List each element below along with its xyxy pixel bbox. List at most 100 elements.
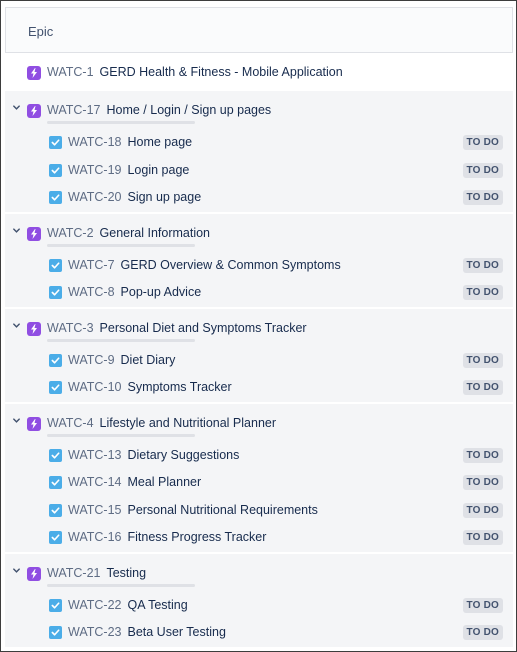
story-key[interactable]: WATC-18: [68, 135, 121, 149]
story-summary[interactable]: Login page: [127, 163, 189, 177]
epic-summary[interactable]: Lifestyle and Nutritional Planner: [100, 416, 277, 430]
epic-summary[interactable]: Testing: [106, 566, 146, 580]
story-key[interactable]: WATC-10: [68, 380, 121, 394]
story-row[interactable]: WATC-15 Personal Nutritional Requirements…: [5, 496, 513, 524]
story-key[interactable]: WATC-16: [68, 530, 121, 544]
epic-summary[interactable]: Home / Login / Sign up pages: [106, 103, 271, 117]
epic-title[interactable]: WATC-1 GERD Health & Fitness - Mobile App…: [47, 65, 343, 79]
story-row[interactable]: WATC-13 Dietary Suggestions TO DO: [5, 441, 513, 469]
epic-key[interactable]: WATC-17: [47, 103, 100, 117]
checkbox-icon: [49, 258, 62, 272]
story-key[interactable]: WATC-9: [68, 353, 115, 367]
story-key[interactable]: WATC-22: [68, 598, 121, 612]
story-key[interactable]: WATC-20: [68, 190, 121, 204]
epic-title[interactable]: WATC-21 Testing: [47, 566, 146, 580]
story-title[interactable]: WATC-16 Fitness Progress Tracker: [68, 530, 266, 544]
story-key[interactable]: WATC-15: [68, 503, 121, 517]
chevron-down-icon[interactable]: [11, 416, 21, 426]
story-row[interactable]: WATC-9 Diet Diary TO DO: [5, 346, 513, 374]
epic-key[interactable]: WATC-4: [47, 416, 94, 430]
epic-row[interactable]: WATC-21 Testing: [5, 553, 513, 592]
status-badge[interactable]: TO DO: [462, 257, 503, 273]
story-title[interactable]: WATC-22 QA Testing: [68, 598, 188, 612]
story-summary[interactable]: Home page: [127, 135, 192, 149]
status-badge[interactable]: TO DO: [462, 530, 503, 545]
story-key[interactable]: WATC-19: [68, 163, 121, 177]
chevron-down-icon[interactable]: [11, 321, 21, 331]
story-key[interactable]: WATC-14: [68, 475, 121, 489]
checkbox-icon: [49, 476, 62, 489]
epic-row[interactable]: WATC-1 GERD Health & Fitness - Mobile App…: [5, 53, 513, 91]
story-title[interactable]: WATC-18 Home page: [68, 135, 192, 149]
epic-row[interactable]: WATC-4 Lifestyle and Nutritional Planner: [5, 403, 513, 442]
status-badge[interactable]: TO DO: [462, 597, 503, 613]
checkbox-icon: [49, 163, 62, 177]
status-badge[interactable]: TO DO: [462, 380, 503, 395]
status-badge[interactable]: TO DO: [462, 190, 503, 205]
story-row[interactable]: WATC-8 Pop-up Advice TO DO: [5, 279, 513, 307]
story-row[interactable]: WATC-16 Fitness Progress Tracker TO DO: [5, 524, 513, 552]
story-key[interactable]: WATC-23: [68, 625, 121, 639]
story-summary[interactable]: QA Testing: [127, 598, 187, 612]
story-title[interactable]: WATC-14 Meal Planner: [68, 475, 201, 489]
status-badge[interactable]: TO DO: [462, 162, 503, 178]
epic-row[interactable]: WATC-17 Home / Login / Sign up pages: [5, 91, 513, 129]
epic-row[interactable]: WATC-3 Personal Diet and Symptoms Tracker: [5, 308, 513, 347]
story-title[interactable]: WATC-13 Dietary Suggestions: [68, 448, 239, 462]
story-key[interactable]: WATC-13: [68, 448, 121, 462]
story-summary[interactable]: Diet Diary: [121, 353, 176, 367]
story-summary[interactable]: GERD Overview & Common Symptoms: [121, 258, 341, 272]
chevron-down-icon[interactable]: [11, 103, 21, 113]
story-title[interactable]: WATC-8 Pop-up Advice: [68, 285, 201, 299]
story-title[interactable]: WATC-7 GERD Overview & Common Symptoms: [68, 258, 341, 272]
status-badge[interactable]: TO DO: [462, 447, 503, 463]
epic-title[interactable]: WATC-4 Lifestyle and Nutritional Planner: [47, 416, 276, 430]
story-title[interactable]: WATC-9 Diet Diary: [68, 353, 175, 367]
story-row[interactable]: WATC-19 Login page TO DO: [5, 156, 513, 184]
story-summary[interactable]: Symptoms Tracker: [127, 380, 231, 394]
checkbox-icon: [49, 598, 62, 612]
story-title[interactable]: WATC-20 Sign up page: [68, 190, 201, 204]
lightning-icon: [27, 226, 41, 241]
status-badge[interactable]: TO DO: [462, 135, 503, 150]
epic-title[interactable]: WATC-2 General Information: [47, 226, 210, 240]
column-header: Epic: [5, 7, 513, 53]
epic-summary[interactable]: General Information: [100, 226, 210, 240]
epic-key[interactable]: WATC-21: [47, 566, 100, 580]
story-summary[interactable]: Sign up page: [127, 190, 201, 204]
story-title[interactable]: WATC-19 Login page: [68, 163, 189, 177]
chevron-down-icon[interactable]: [11, 566, 21, 576]
story-row[interactable]: WATC-7 GERD Overview & Common Symptoms TO …: [5, 251, 513, 279]
story-summary[interactable]: Personal Nutritional Requirements: [127, 503, 317, 517]
story-key[interactable]: WATC-8: [68, 285, 115, 299]
epic-key[interactable]: WATC-2: [47, 226, 94, 240]
story-summary[interactable]: Dietary Suggestions: [127, 448, 239, 462]
epic-key[interactable]: WATC-3: [47, 321, 94, 335]
story-row[interactable]: WATC-10 Symptoms Tracker TO DO: [5, 374, 513, 402]
status-badge[interactable]: TO DO: [462, 502, 503, 518]
story-title[interactable]: WATC-23 Beta User Testing: [68, 625, 226, 639]
story-row[interactable]: WATC-23 Beta User Testing TO DO: [5, 619, 513, 647]
story-summary[interactable]: Beta User Testing: [127, 625, 225, 639]
story-summary[interactable]: Pop-up Advice: [121, 285, 202, 299]
epic-summary[interactable]: GERD Health & Fitness - Mobile Applicati…: [100, 65, 343, 79]
epic-row[interactable]: WATC-2 General Information: [5, 213, 513, 252]
story-row[interactable]: WATC-20 Sign up page TO DO: [5, 184, 513, 212]
status-badge[interactable]: TO DO: [462, 625, 503, 640]
story-summary[interactable]: Fitness Progress Tracker: [127, 530, 266, 544]
status-badge[interactable]: TO DO: [462, 475, 503, 490]
story-key[interactable]: WATC-7: [68, 258, 115, 272]
epic-title[interactable]: WATC-3 Personal Diet and Symptoms Tracker: [47, 321, 307, 335]
story-row[interactable]: WATC-14 Meal Planner TO DO: [5, 469, 513, 497]
chevron-down-icon[interactable]: [11, 226, 21, 236]
story-title[interactable]: WATC-15 Personal Nutritional Requirements: [68, 503, 318, 517]
epic-key[interactable]: WATC-1: [47, 65, 94, 79]
status-badge[interactable]: TO DO: [462, 352, 503, 368]
epic-title[interactable]: WATC-17 Home / Login / Sign up pages: [47, 103, 271, 117]
story-title[interactable]: WATC-10 Symptoms Tracker: [68, 380, 232, 394]
story-summary[interactable]: Meal Planner: [127, 475, 201, 489]
story-row[interactable]: WATC-18 Home page TO DO: [5, 129, 513, 157]
story-row[interactable]: WATC-22 QA Testing TO DO: [5, 591, 513, 619]
status-badge[interactable]: TO DO: [462, 285, 503, 300]
epic-summary[interactable]: Personal Diet and Symptoms Tracker: [100, 321, 307, 335]
